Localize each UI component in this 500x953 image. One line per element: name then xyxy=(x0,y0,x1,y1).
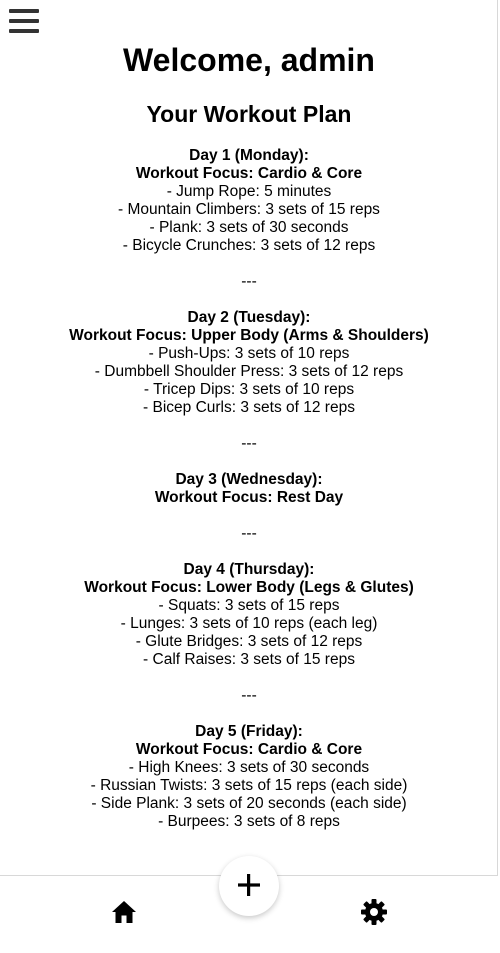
plan-heading-line: Workout Focus: Cardio & Core xyxy=(135,741,363,758)
plan-exercise-line: - Mountain Climbers: 3 sets of 15 reps xyxy=(118,201,380,218)
plan-exercise-line: - Calf Raises: 3 sets of 15 reps xyxy=(143,651,355,668)
menu-bar xyxy=(9,29,39,33)
plan-separator: --- xyxy=(241,687,257,704)
plan-heading-line: Workout Focus: Upper Body (Arms & Should… xyxy=(69,327,429,344)
plan-exercise-line: - High Knees: 3 sets of 30 seconds xyxy=(128,759,370,776)
plan-exercise-line: - Bicycle Crunches: 3 sets of 12 reps xyxy=(122,237,376,254)
plan-exercise-line: - Burpees: 3 sets of 8 reps xyxy=(158,813,340,830)
plan-heading-line: Workout Focus: Cardio & Core xyxy=(135,165,363,182)
plan-separator: --- xyxy=(241,273,257,290)
plan-exercise-line: - Bicep Curls: 3 sets of 12 reps xyxy=(143,399,355,416)
plan-exercise-line: - Russian Twists: 3 sets of 15 reps (eac… xyxy=(90,777,408,794)
plan-exercise-line: - Lunges: 3 sets of 10 reps (each leg) xyxy=(120,615,378,632)
plan-separator: --- xyxy=(241,435,257,452)
plan-exercise-line: - Squats: 3 sets of 15 reps xyxy=(158,597,340,614)
plan-exercise-line: - Jump Rope: 5 minutes xyxy=(166,183,332,200)
plan-separator: --- xyxy=(241,525,257,542)
home-icon[interactable] xyxy=(111,900,137,924)
plan-exercise-line: - Tricep Dips: 3 sets of 10 reps xyxy=(143,381,355,398)
app-screen: Welcome, admin Your Workout Plan Day 1 (… xyxy=(0,0,498,953)
plan-heading-line: Workout Focus: Lower Body (Legs & Glutes… xyxy=(84,579,414,596)
plan-exercise-line: - Push-Ups: 3 sets of 10 reps xyxy=(148,345,350,362)
plan-heading-line: Day 2 (Tuesday): xyxy=(187,309,311,326)
plan-heading-line: Day 4 (Thursday): xyxy=(183,561,315,578)
plan-exercise-line: - Dumbbell Shoulder Press: 3 sets of 12 … xyxy=(94,363,404,380)
hamburger-menu-icon[interactable] xyxy=(9,9,39,33)
plan-exercise-line: - Side Plank: 3 sets of 20 seconds (each… xyxy=(91,795,407,812)
plus-icon xyxy=(238,874,260,896)
plan-heading-line: Day 1 (Monday): xyxy=(189,147,309,164)
menu-bar xyxy=(9,19,39,23)
plan-heading-line: Workout Focus: Rest Day xyxy=(154,489,344,506)
plan-heading-line: Day 3 (Wednesday): xyxy=(175,471,323,488)
welcome-heading: Welcome, admin xyxy=(123,42,375,78)
plan-exercise-line: - Plank: 3 sets of 30 seconds xyxy=(149,219,349,236)
gear-icon[interactable] xyxy=(360,898,388,926)
workout-plan-text: Day 1 (Monday): Workout Focus: Cardio & C… xyxy=(0,147,498,831)
add-workout-button[interactable] xyxy=(219,856,279,916)
workout-plan-title: Your Workout Plan xyxy=(146,101,352,127)
plan-exercise-line: - Glute Bridges: 3 sets of 12 reps xyxy=(135,633,363,650)
plan-heading-line: Day 5 (Friday): xyxy=(195,723,303,740)
menu-bar xyxy=(9,9,39,13)
